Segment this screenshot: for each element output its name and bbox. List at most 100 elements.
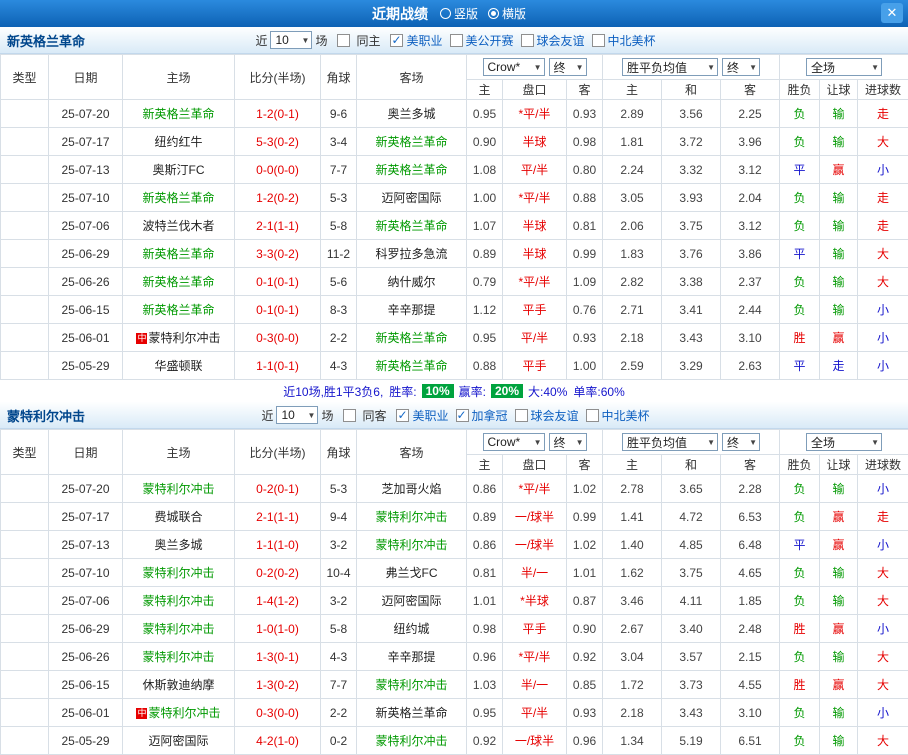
home-team-name[interactable]: 新英格兰革命 xyxy=(142,247,214,261)
away-team-name[interactable]: 纽约城 xyxy=(393,622,429,636)
home-team-name[interactable]: 蒙特利尔冲击 xyxy=(148,331,220,345)
away-team-cell: 迈阿密国际 xyxy=(357,184,467,212)
avg-draw-cell: 3.43 xyxy=(662,324,721,352)
handicap-header: 盘口 xyxy=(503,80,567,100)
away-team-name[interactable]: 辛辛那提 xyxy=(387,650,435,664)
final-odds-select[interactable]: 终▼ xyxy=(549,433,587,451)
home-team-name[interactable]: 新英格兰革命 xyxy=(142,191,214,205)
result-wdl-cell: 负 xyxy=(780,727,820,755)
company-select[interactable]: Crow*▼ xyxy=(483,433,545,451)
final-odds-select[interactable]: 终▼ xyxy=(722,58,760,76)
company-select[interactable]: Crow*▼ xyxy=(483,58,545,76)
type-cell: 美职业 xyxy=(1,212,49,240)
recent-count-select[interactable]: 10▼ xyxy=(276,406,318,424)
away-team-name[interactable]: 新英格兰革命 xyxy=(375,135,447,149)
away-team-name[interactable]: 新英格兰革命 xyxy=(375,331,447,345)
odds-away-header: 客 xyxy=(567,80,603,100)
scope-select[interactable]: 全场▼ xyxy=(806,433,882,451)
away-team-name[interactable]: 奥兰多城 xyxy=(387,107,435,121)
away-team-name[interactable]: 弗兰戈FC xyxy=(386,566,438,580)
away-team-name[interactable]: 新英格兰革命 xyxy=(375,219,447,233)
score-cell: 0-1(0-1) xyxy=(235,268,321,296)
home-team-name[interactable]: 休斯敦迪纳摩 xyxy=(142,678,214,692)
avg-odds-select[interactable]: 胜平负均值▼ xyxy=(622,58,718,76)
score-cell: 1-2(0-1) xyxy=(235,100,321,128)
result-handicap-cell: 赢 xyxy=(820,671,858,699)
result-handicap-cell: 输 xyxy=(820,727,858,755)
away-team-name[interactable]: 蒙特利尔冲击 xyxy=(375,678,447,692)
away-team-name[interactable]: 迈阿密国际 xyxy=(381,191,441,205)
score-cell: 5-3(0-2) xyxy=(235,128,321,156)
score-cell: 1-3(0-1) xyxy=(235,643,321,671)
avg-draw-cell: 3.65 xyxy=(662,475,721,503)
layout-radio-vertical[interactable]: 竖版 xyxy=(440,5,478,22)
avg-draw-cell: 3.56 xyxy=(662,100,721,128)
away-team-name[interactable]: 蒙特利尔冲击 xyxy=(375,734,447,748)
home-team-cell: 新英格兰革命 xyxy=(123,240,235,268)
filter-league-0[interactable]: 美职业 xyxy=(396,407,448,424)
away-team-name[interactable]: 蒙特利尔冲击 xyxy=(375,538,447,552)
away-team-name[interactable]: 新英格兰革命 xyxy=(375,163,447,177)
away-team-name[interactable]: 新英格兰革命 xyxy=(375,359,447,373)
handicap-header: 盘口 xyxy=(503,455,567,475)
page-title: 近期战绩 xyxy=(372,4,428,24)
away-team-name[interactable]: 迈阿密国际 xyxy=(381,594,441,608)
away-team-name[interactable]: 科罗拉多急流 xyxy=(375,247,447,261)
avg-away-cell: 2.25 xyxy=(721,100,780,128)
home-team-name[interactable]: 奥斯汀FC xyxy=(153,163,205,177)
home-team-name[interactable]: 蒙特利尔冲击 xyxy=(142,594,214,608)
filter-league-1[interactable]: 加拿冠 xyxy=(456,407,508,424)
odds-away-cell: 0.76 xyxy=(567,296,603,324)
home-team-name[interactable]: 波特兰伐木者 xyxy=(142,219,214,233)
filter-league-3[interactable]: 中北美杯 xyxy=(592,32,656,49)
home-team-name[interactable]: 蒙特利尔冲击 xyxy=(142,650,214,664)
away-team-name[interactable]: 芝加哥火焰 xyxy=(381,482,441,496)
recent-count-select[interactable]: 10▼ xyxy=(270,31,312,49)
corners-cell: 7-7 xyxy=(321,671,357,699)
away-team-name[interactable]: 蒙特利尔冲击 xyxy=(375,510,447,524)
avg-draw-cell: 5.19 xyxy=(662,727,721,755)
date-cell: 25-07-10 xyxy=(49,184,123,212)
home-team-name[interactable]: 蒙特利尔冲击 xyxy=(148,706,220,720)
away-team-cell: 辛辛那提 xyxy=(357,296,467,324)
filter-league-1[interactable]: 美公开赛 xyxy=(450,32,514,49)
home-team-name[interactable]: 奥兰多城 xyxy=(154,538,202,552)
layout-radio-horizontal[interactable]: 横版 xyxy=(488,5,526,22)
filter-same-venue[interactable]: 同客 xyxy=(343,407,389,424)
home-team-name[interactable]: 华盛顿联 xyxy=(154,359,202,373)
away-team-cell: 蒙特利尔冲击 xyxy=(357,531,467,559)
company-select-value: Crow* xyxy=(488,60,521,74)
home-team-name[interactable]: 新英格兰革命 xyxy=(142,275,214,289)
col-home-header: 主场 xyxy=(123,55,235,100)
close-button[interactable]: ✕ xyxy=(881,3,903,23)
home-team-name[interactable]: 费城联合 xyxy=(154,510,202,524)
type-cell: 美职业 xyxy=(1,156,49,184)
odds-home-cell: 0.86 xyxy=(467,531,503,559)
avg-odds-select[interactable]: 胜平负均值▼ xyxy=(622,433,718,451)
filter-league-2[interactable]: 球会友谊 xyxy=(515,407,579,424)
home-team-name[interactable]: 新英格兰革命 xyxy=(142,107,214,121)
away-team-name[interactable]: 辛辛那提 xyxy=(387,303,435,317)
home-team-name[interactable]: 蒙特利尔冲击 xyxy=(142,566,214,580)
home-team-name[interactable]: 迈阿密国际 xyxy=(148,734,208,748)
final-odds-select[interactable]: 终▼ xyxy=(549,58,587,76)
filter-same-venue[interactable]: 同主 xyxy=(337,32,383,49)
filter-league-2[interactable]: 球会友谊 xyxy=(521,32,585,49)
result-handicap-cell: 输 xyxy=(820,212,858,240)
scope-select[interactable]: 全场▼ xyxy=(806,58,882,76)
handicap-cell: 一/球半 xyxy=(503,727,567,755)
home-team-name[interactable]: 蒙特利尔冲击 xyxy=(142,622,214,636)
chevron-down-icon: ▼ xyxy=(302,36,310,45)
home-team-name[interactable]: 新英格兰革命 xyxy=(142,303,214,317)
home-team-name[interactable]: 纽约红牛 xyxy=(154,135,202,149)
filter-league-0[interactable]: 美职业 xyxy=(390,32,442,49)
filter-same-venue-label: 同主 xyxy=(356,32,380,49)
filter-league-3[interactable]: 中北美杯 xyxy=(586,407,650,424)
final-odds-select[interactable]: 终▼ xyxy=(722,433,760,451)
away-team-name[interactable]: 新英格兰革命 xyxy=(375,706,447,720)
away-team-name[interactable]: 纳什威尔 xyxy=(387,275,435,289)
result-wdl-cell: 负 xyxy=(780,212,820,240)
avg-home-cell: 2.67 xyxy=(603,615,662,643)
date-cell: 25-07-13 xyxy=(49,156,123,184)
home-team-name[interactable]: 蒙特利尔冲击 xyxy=(142,482,214,496)
